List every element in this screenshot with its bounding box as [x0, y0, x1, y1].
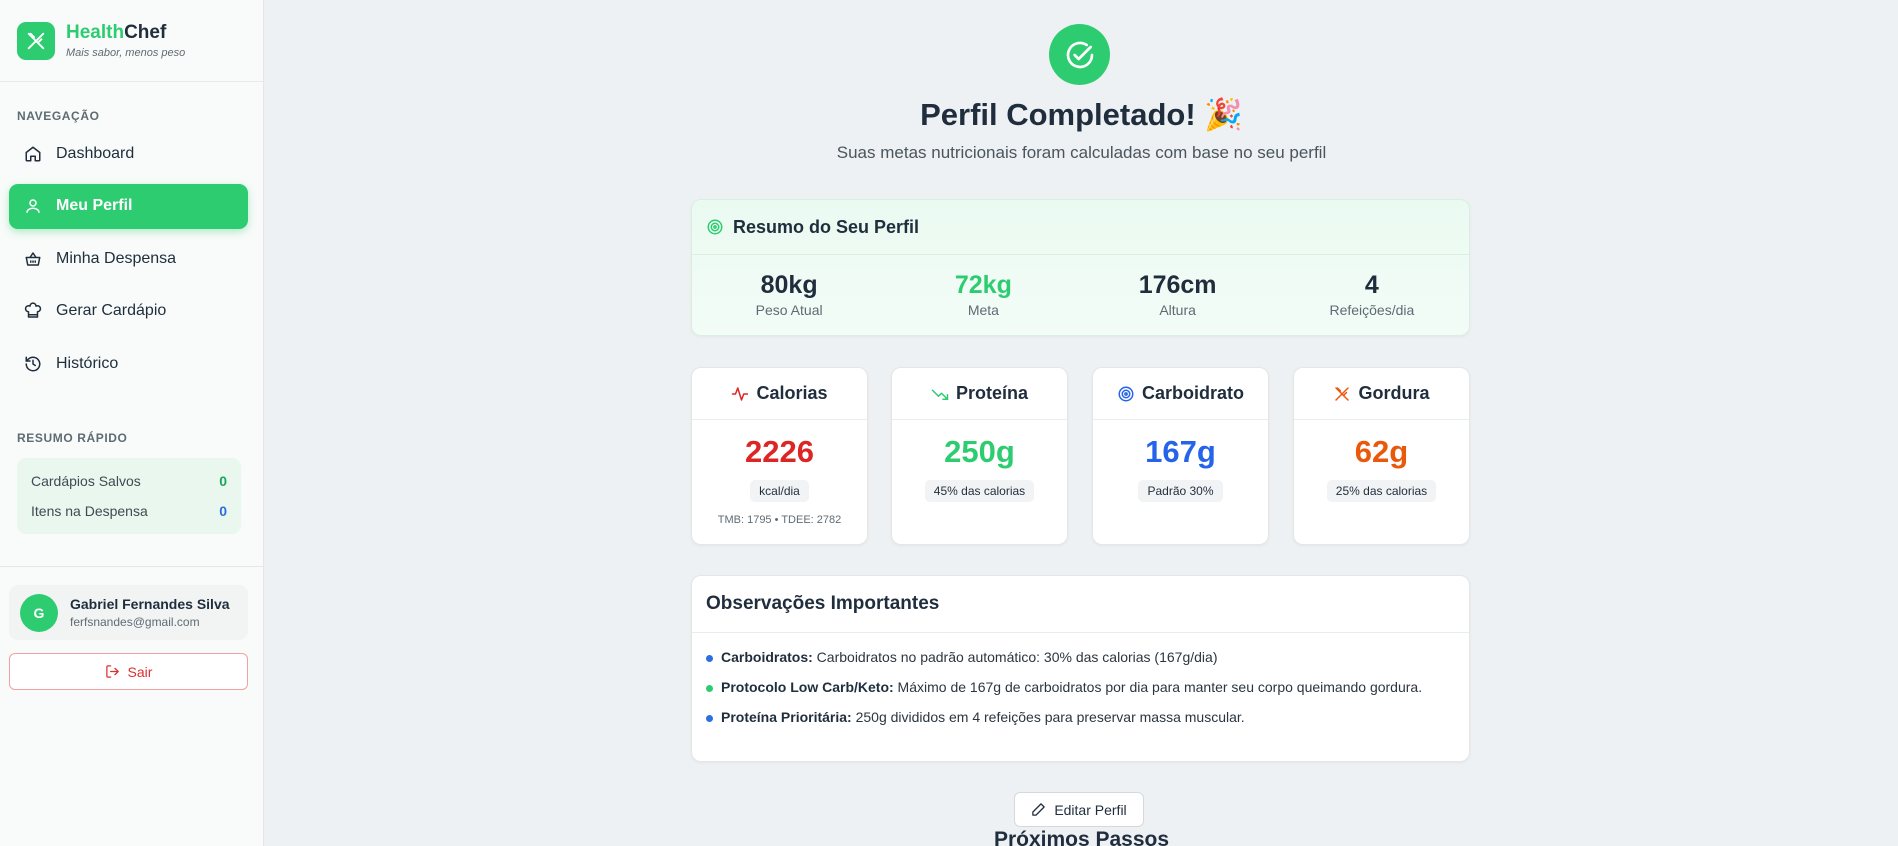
avatar: G [20, 593, 58, 632]
summary-title: Resumo do Seu Perfil [733, 216, 920, 237]
sidebar-item-gerar-cardapio[interactable]: Gerar Cardápio [9, 289, 248, 334]
stat-label: Peso Atual [755, 302, 823, 318]
macro-value: 62g [1354, 434, 1409, 469]
page-title: Perfil Completado! 🎉 [920, 97, 1243, 132]
macro-card-calories: Calorias 2226 kcal/dia TMB: 1795 • TDEE:… [691, 367, 868, 545]
logout-button[interactable]: Sair [9, 653, 248, 690]
macro-note: TMB: 1795 • TDEE: 2782 [717, 514, 842, 526]
stat-label: Refeições/dia [1329, 302, 1415, 318]
macro-title: Calorias [756, 383, 828, 403]
macro-card-carbs: Carboidrato 167g Padrão 30% [1092, 367, 1269, 545]
macro-title: Proteína [955, 383, 1029, 403]
sidebar-item-dashboard[interactable]: Dashboard [9, 131, 248, 176]
sidebar-item-label: Gerar Cardápio [56, 302, 167, 319]
main-content: Perfil Completado! 🎉 Suas metas nutricio… [265, 0, 1898, 846]
quick-row-value: 0 [219, 503, 227, 519]
stat-current-weight: 80kg Peso Atual [692, 271, 886, 318]
brand-tagline: Mais sabor, menos peso [66, 47, 186, 59]
list-item: Carboidratos: Carboidratos no padrão aut… [706, 648, 1455, 666]
nav-section-label: NAVEGAÇÃO [17, 109, 100, 123]
list-item: Proteína Prioritária: 250g divididos em … [706, 708, 1455, 726]
macro-value: 2226 [745, 434, 814, 469]
sidebar-divider [0, 566, 263, 567]
macro-value: 250g [944, 434, 1015, 469]
quick-row-pantry-items: Itens na Despensa 0 [31, 500, 227, 530]
macro-value: 167g [1145, 434, 1216, 469]
brand-name: HealthChef [66, 22, 167, 43]
history-icon [25, 356, 41, 371]
stat-label: Altura [1159, 302, 1196, 318]
user-icon [26, 199, 40, 213]
stat-label: Meta [967, 302, 999, 318]
check-circle-icon [1049, 24, 1110, 85]
stat-goal-weight: 72kg Meta [886, 271, 1080, 318]
profile-summary-card: Resumo do Seu Perfil 80kg Peso Atual 72k… [691, 199, 1470, 336]
page-subtitle: Suas metas nutricionais foram calculadas… [836, 143, 1327, 162]
edit-profile-label: Editar Perfil [1054, 801, 1127, 818]
observations-title: Observações Importantes [692, 576, 1469, 633]
quick-row-saved-menus: Cardápios Salvos 0 [31, 470, 227, 500]
utensils-icon [1335, 386, 1350, 401]
edit-profile-button[interactable]: Editar Perfil [1014, 792, 1144, 827]
quick-summary-label: RESUMO RÁPIDO [17, 431, 128, 445]
brand[interactable]: HealthChef Mais sabor, menos peso [0, 0, 263, 82]
macro-card-fat: Gordura 62g 25% das calorias [1293, 367, 1470, 545]
sidebar-nav: Dashboard Meu Perfil Minha Despensa Gera… [9, 131, 248, 394]
user-card[interactable]: G Gabriel Fernandes Silva ferfsnandes@gm… [9, 585, 248, 640]
logout-icon [105, 665, 119, 678]
activity-icon [732, 386, 749, 401]
user-name: Gabriel Fernandes Silva [70, 596, 230, 612]
macro-badge: kcal/dia [750, 480, 809, 502]
sidebar: HealthChef Mais sabor, menos peso NAVEGA… [0, 0, 264, 846]
sidebar-item-meu-perfil[interactable]: Meu Perfil [9, 183, 248, 229]
quick-row-label: Cardápios Salvos [31, 473, 141, 489]
user-email: ferfsnandes@gmail.com [70, 615, 200, 629]
home-icon [25, 146, 41, 161]
quick-summary: Cardápios Salvos 0 Itens na Despensa 0 [17, 458, 241, 534]
sidebar-item-minha-despensa[interactable]: Minha Despensa [9, 236, 248, 281]
stat-value: 176cm [1138, 271, 1217, 299]
macro-badge: 25% das calorias [1326, 480, 1437, 502]
macro-title: Gordura [1358, 383, 1430, 403]
bullet-dot [706, 655, 713, 662]
sidebar-item-label: Histórico [56, 354, 119, 372]
list-item: Protocolo Low Carb/Keto: Máximo de 167g … [706, 678, 1455, 696]
sidebar-item-label: Dashboard [56, 144, 135, 162]
target-icon [1118, 386, 1134, 401]
utensils-logo-icon [17, 21, 55, 60]
macro-badge: 45% das calorias [924, 480, 1035, 502]
stat-value: 4 [1364, 271, 1379, 299]
basket-icon [25, 251, 41, 266]
quick-row-value: 0 [219, 473, 227, 489]
target-icon [707, 219, 723, 235]
macro-title: Carboidrato [1141, 383, 1244, 403]
sidebar-item-label: Meu Perfil [56, 197, 133, 214]
next-steps-title: Próximos Passos [993, 828, 1170, 846]
stat-value: 80kg [760, 271, 818, 299]
macro-card-protein: Proteína 250g 45% das calorias [891, 367, 1068, 545]
trending-down-icon [931, 389, 949, 400]
observations-card: Observações Importantes Carboidratos: Ca… [691, 575, 1470, 762]
stat-height: 176cm Altura [1081, 271, 1275, 318]
bullet-dot [706, 715, 713, 722]
chef-hat-icon [24, 302, 42, 318]
sidebar-item-label: Minha Despensa [56, 249, 177, 267]
bullet-dot [706, 685, 713, 692]
pencil-icon [1032, 803, 1046, 816]
logout-label: Sair [127, 663, 153, 680]
sidebar-item-historico[interactable]: Histórico [9, 341, 248, 386]
stat-meals-per-day: 4 Refeições/dia [1275, 271, 1469, 318]
macro-badge: Padrão 30% [1138, 480, 1223, 502]
stat-value: 72kg [954, 271, 1012, 299]
quick-row-label: Itens na Despensa [31, 503, 148, 519]
